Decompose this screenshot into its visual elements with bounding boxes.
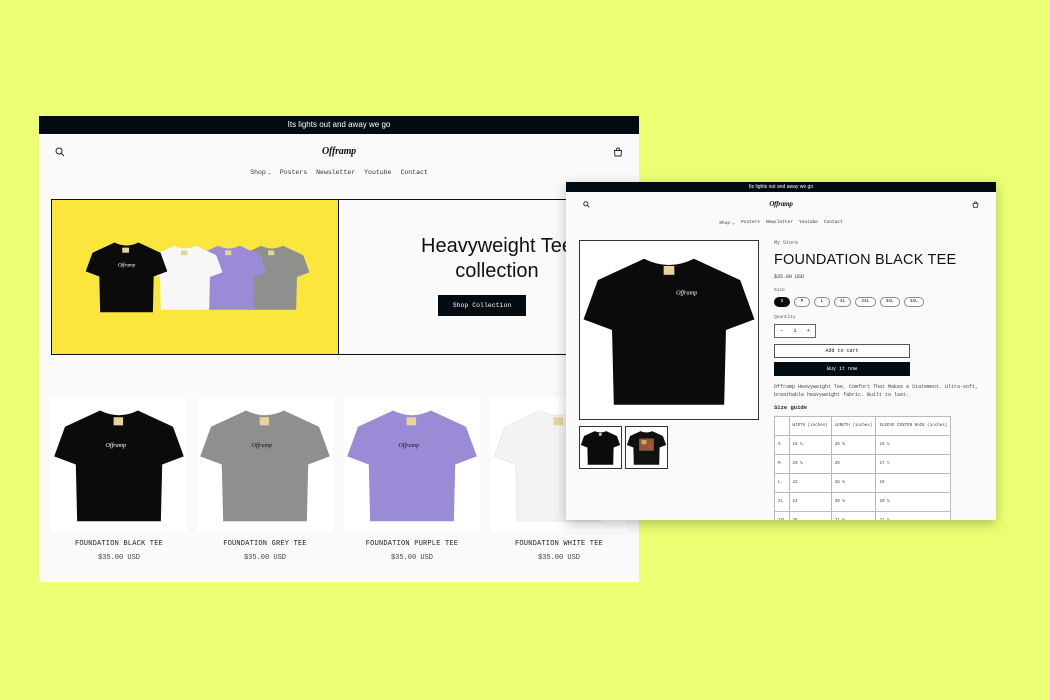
product-main-image[interactable]: Offramp xyxy=(579,240,759,420)
hero-banner: Offramp Heavyweight Tee collection Shop … xyxy=(51,199,627,355)
add-to-cart-button[interactable]: Add to cart xyxy=(774,344,910,358)
product-price: $35.00 USD xyxy=(774,274,805,280)
size-label: Size xyxy=(774,288,785,293)
product-page-window: Its lights out and away we go Offramp Sh… xyxy=(566,182,996,520)
nav-youtube[interactable]: Youtube xyxy=(799,218,818,228)
table-cell: 16 ¼ xyxy=(875,435,952,455)
chevron-down-icon: ⌄ xyxy=(732,220,736,226)
table-header: LENGTH (inches) xyxy=(830,416,877,436)
cart-icon[interactable] xyxy=(972,201,979,208)
nav-posters[interactable]: Posters xyxy=(741,218,760,228)
hero-image: Offramp xyxy=(52,200,339,354)
table-cell: 28 xyxy=(830,454,877,474)
product-name[interactable]: FOUNDATION BLACK TEE xyxy=(51,540,187,548)
size-selector: S M L XL 2XL 3XL 4XL xyxy=(774,297,984,307)
quantity-increase-button[interactable]: + xyxy=(802,325,815,337)
search-icon[interactable] xyxy=(55,147,65,157)
table-cell: S xyxy=(774,435,790,455)
site-header: Offramp xyxy=(566,192,996,218)
table-row: M 20 ¼ 28 17 ½ xyxy=(774,454,952,474)
product-price: $35.00 USD xyxy=(97,554,140,562)
svg-text:Offramp: Offramp xyxy=(118,261,136,268)
size-guide-table: WIDTH (inches) LENGTH (inches) SLEEVE CE… xyxy=(774,416,952,520)
table-header: WIDTH (inches) xyxy=(788,416,832,436)
table-cell: 19 xyxy=(875,473,952,493)
size-option-4xl[interactable]: 4XL xyxy=(903,297,924,307)
table-cell: L xyxy=(774,473,790,493)
nav-newsletter[interactable]: Newsletter xyxy=(766,218,793,228)
store-name: My Store xyxy=(774,240,799,246)
site-header: Offramp xyxy=(39,134,639,170)
product-price: $35.00 USD xyxy=(390,554,433,562)
table-row: 2XL 26 31 ⅛ 21 ½ xyxy=(774,511,952,520)
nav-contact[interactable]: Contact xyxy=(824,218,843,228)
table-cell: 24 xyxy=(788,492,832,512)
shop-collection-button[interactable]: Shop Collection xyxy=(438,295,526,316)
product-name[interactable]: FOUNDATION GREY TEE xyxy=(197,540,333,548)
size-option-s[interactable]: S xyxy=(774,297,790,307)
svg-text:Offramp: Offramp xyxy=(106,442,127,449)
product-description: Offramp Heavyweight Tee. Comfort That Ma… xyxy=(774,384,979,398)
nav-shop[interactable]: Shop ⌄ xyxy=(719,218,735,228)
table-cell: 26 xyxy=(788,511,832,520)
chevron-down-icon: ⌄ xyxy=(267,170,271,176)
quantity-label: Quantity xyxy=(774,315,796,320)
product-name[interactable]: FOUNDATION WHITE TEE xyxy=(491,540,627,548)
table-cell: 28 ⅞ xyxy=(830,473,877,493)
size-option-l[interactable]: L xyxy=(814,297,830,307)
product-thumbnail-2[interactable] xyxy=(625,426,668,469)
table-row: L 22 28 ⅞ 19 xyxy=(774,473,952,493)
table-cell: 26 ⅞ xyxy=(830,435,877,455)
quantity-input[interactable]: 1 xyxy=(788,325,801,337)
product-name[interactable]: FOUNDATION PURPLE TEE xyxy=(344,540,480,548)
site-logo[interactable]: Offramp xyxy=(769,200,793,208)
table-cell: 17 ½ xyxy=(875,454,952,474)
buy-now-button[interactable]: Buy it now xyxy=(774,362,910,376)
table-header-row: WIDTH (inches) LENGTH (inches) SLEEVE CE… xyxy=(774,416,952,436)
main-nav: Shop ⌄ Posters Newsletter Youtube Contact xyxy=(566,218,996,228)
announcement-bar: Its lights out and away we go xyxy=(566,182,996,192)
product-thumbnail-1[interactable] xyxy=(579,426,622,469)
size-option-3xl[interactable]: 3XL xyxy=(879,297,900,307)
size-option-m[interactable]: M xyxy=(794,297,810,307)
search-icon[interactable] xyxy=(583,201,590,208)
announcement-bar: Its lights out and away we go xyxy=(39,116,639,134)
svg-text:Offramp: Offramp xyxy=(399,442,420,449)
product-price: $35.00 USD xyxy=(537,554,580,562)
product-info: My Store FOUNDATION BLACK TEE $35.00 USD… xyxy=(774,240,984,520)
site-logo[interactable]: Offramp xyxy=(322,146,356,157)
product-image[interactable]: Offramp xyxy=(197,397,333,532)
svg-text:Offramp: Offramp xyxy=(676,289,697,296)
table-row: S 18 ¼ 26 ⅞ 16 ¼ xyxy=(774,435,952,455)
quantity-stepper: − 1 + xyxy=(774,324,816,338)
homepage-window: Its lights out and away we go Offramp Sh… xyxy=(39,116,639,582)
table-cell: M xyxy=(774,454,790,474)
cart-icon[interactable] xyxy=(613,147,623,157)
svg-text:Offramp: Offramp xyxy=(252,442,273,449)
product-title: FOUNDATION BLACK TEE xyxy=(774,252,957,268)
table-cell: 31 ⅛ xyxy=(830,511,877,520)
product-card-black[interactable]: Offramp FOUNDATION BLACK TEE $35.00 USD xyxy=(51,397,187,562)
table-cell: XL xyxy=(774,492,790,512)
table-row: XL 24 30 ⅛ 20 ¼ xyxy=(774,492,952,512)
table-cell: 18 ¼ xyxy=(788,435,832,455)
size-guide-title: Size guide xyxy=(774,404,808,411)
table-header: SLEEVE CENTER BACK (inches) xyxy=(875,416,952,436)
product-card-purple[interactable]: Offramp FOUNDATION PURPLE TEE $35.00 USD xyxy=(344,397,480,562)
quantity-decrease-button[interactable]: − xyxy=(775,325,788,337)
hero-tees-illustration: Offramp xyxy=(52,200,339,355)
table-cell: 2XL xyxy=(774,511,790,520)
table-cell: 22 xyxy=(788,473,832,493)
table-cell: 30 ⅛ xyxy=(830,492,877,512)
product-image[interactable]: Offramp xyxy=(344,397,480,532)
table-cell: 20 ¼ xyxy=(788,454,832,474)
table-header xyxy=(774,416,790,436)
product-price: $35.00 USD xyxy=(243,554,286,562)
table-cell: 21 ½ xyxy=(875,511,952,520)
product-image[interactable]: Offramp xyxy=(51,397,187,532)
size-option-xl[interactable]: XL xyxy=(834,297,852,307)
size-option-2xl[interactable]: 2XL xyxy=(855,297,876,307)
table-cell: 20 ¼ xyxy=(875,492,952,512)
product-card-grey[interactable]: Offramp FOUNDATION GREY TEE $35.00 USD xyxy=(197,397,333,562)
